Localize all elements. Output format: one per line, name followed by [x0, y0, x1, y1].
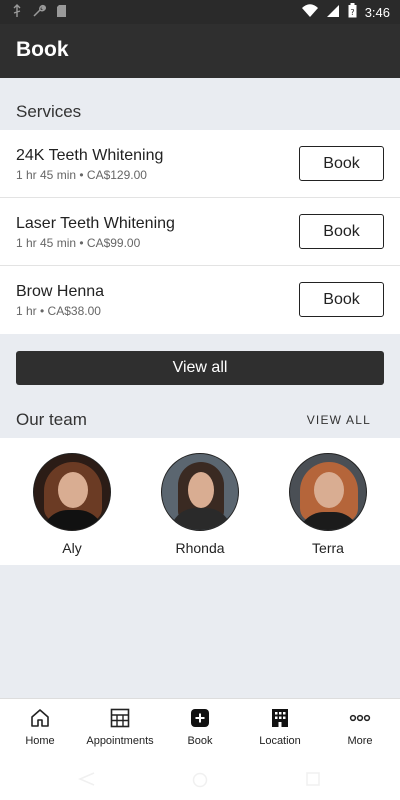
service-row: Brow Henna 1 hr • CA$38.00 Book	[0, 266, 400, 334]
wrench-icon	[32, 4, 46, 22]
nav-book[interactable]: Book	[160, 707, 240, 747]
book-service-button[interactable]: Book	[299, 146, 384, 181]
system-back-icon[interactable]	[78, 772, 96, 786]
system-nav-bar	[0, 758, 400, 800]
signal-icon	[326, 4, 340, 21]
nav-label: Home	[25, 735, 55, 747]
nav-label: Book	[187, 735, 213, 747]
service-meta: 1 hr • CA$38.00	[16, 304, 101, 318]
team-member-terra[interactable]: Terra	[288, 453, 368, 556]
system-recents-icon[interactable]	[306, 772, 320, 786]
avatar	[289, 453, 367, 531]
book-service-button[interactable]: Book	[299, 282, 384, 317]
more-dots-icon	[349, 714, 371, 722]
building-icon	[272, 709, 288, 727]
service-row: 24K Teeth Whitening 1 hr 45 min • CA$129…	[0, 130, 400, 198]
home-icon	[31, 709, 49, 727]
status-bar: ? 3:46	[0, 0, 400, 24]
nav-label: Location	[259, 735, 301, 747]
service-name: Brow Henna	[16, 283, 105, 300]
team-section-header: Our team VIEW ALL	[0, 398, 400, 442]
nav-more[interactable]: More	[320, 707, 400, 747]
nav-label: Appointments	[86, 735, 154, 747]
team-member-aly[interactable]: Aly	[32, 453, 112, 556]
service-name: 24K Teeth Whitening	[16, 147, 164, 164]
plus-square-icon	[191, 709, 209, 727]
system-home-icon[interactable]	[192, 772, 208, 788]
service-row: Laser Teeth Whitening 1 hr 45 min • CA$9…	[0, 198, 400, 266]
battery-icon: ?	[348, 3, 357, 21]
usb-debug-icon	[12, 4, 22, 22]
service-meta: 1 hr 45 min • CA$99.00	[16, 236, 141, 250]
view-all-services-button[interactable]: View all	[16, 351, 384, 385]
team-member-name: Rhonda	[175, 540, 225, 556]
sd-card-icon	[56, 4, 67, 22]
view-all-team-link[interactable]: VIEW ALL	[307, 413, 371, 427]
nav-appointments[interactable]: Appointments	[80, 707, 160, 747]
team-heading: Our team	[16, 410, 87, 429]
page-title: Book	[16, 38, 69, 61]
team-member-rhonda[interactable]: Rhonda	[160, 453, 240, 556]
nav-label: More	[347, 735, 373, 747]
status-time: 3:46	[364, 4, 390, 20]
services-section-header: Services	[0, 90, 400, 134]
nav-home[interactable]: Home	[0, 707, 80, 747]
avatar	[33, 453, 111, 531]
team-member-name: Aly	[62, 540, 82, 556]
app-bar: Book	[0, 24, 400, 78]
services-list: 24K Teeth Whitening 1 hr 45 min • CA$129…	[0, 130, 400, 334]
wifi-icon	[301, 3, 318, 21]
service-meta: 1 hr 45 min • CA$129.00	[16, 168, 147, 182]
book-service-button[interactable]: Book	[299, 214, 384, 249]
bottom-nav: Home Appointments Book Location More	[0, 698, 400, 758]
nav-location[interactable]: Location	[240, 707, 320, 747]
team-member-name: Terra	[312, 540, 344, 556]
svg-text:?: ?	[350, 8, 354, 17]
avatar	[161, 453, 239, 531]
calendar-grid-icon	[110, 708, 130, 728]
team-panel: Aly Rhonda Terra	[0, 438, 400, 565]
services-heading: Services	[16, 102, 82, 121]
service-name: Laser Teeth Whitening	[16, 215, 175, 232]
